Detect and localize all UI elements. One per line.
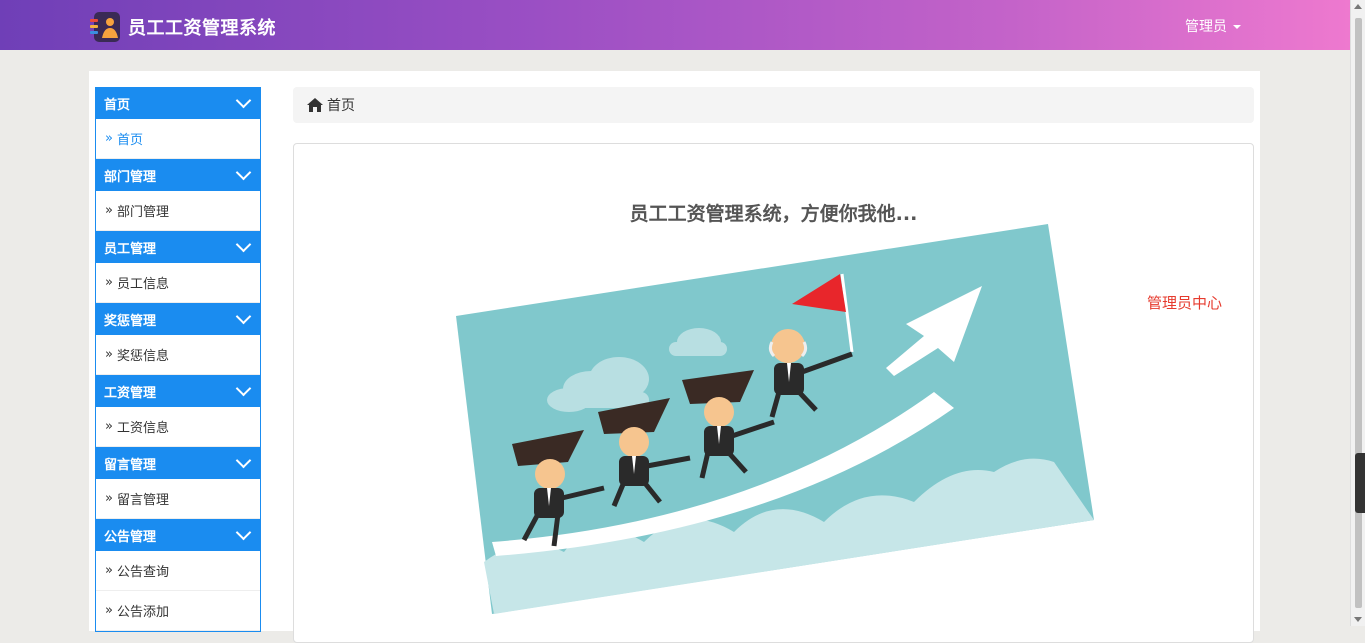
app-title: 员工工资管理系统 (128, 18, 276, 39)
sidebar-item-label: 留言管理 (116, 493, 169, 508)
sidebar-item-employee-info[interactable]: » 员工信息 (96, 263, 260, 303)
sidebar-item-label: 奖惩信息 (116, 349, 169, 364)
sidebar-group-home[interactable]: 首页 (96, 87, 260, 119)
sidebar-group-title: 奖惩管理 (104, 313, 157, 329)
sidebar-group-notices[interactable]: 公告管理 (96, 519, 260, 551)
admin-center-link[interactable]: 管理员中心 (1147, 292, 1222, 313)
double-chevron-right-icon: » (105, 347, 113, 362)
person-stack-icon (90, 10, 124, 44)
chevron-down-icon (235, 164, 252, 181)
sidebar-group-rewards[interactable]: 奖惩管理 (96, 303, 260, 335)
sidebar-group-title: 公告管理 (104, 529, 157, 545)
sidebar-group-title: 工资管理 (104, 385, 157, 401)
sidebar-item-notice-add[interactable]: » 公告添加 (96, 591, 260, 631)
sidebar-item-rewards-info[interactable]: » 奖惩信息 (96, 335, 260, 375)
sidebar-item-label: 公告查询 (116, 565, 169, 580)
sidebar-item-label: 公告添加 (116, 605, 169, 620)
sidebar-group-employee[interactable]: 员工管理 (96, 231, 260, 263)
user-menu-label: 管理员 (1185, 19, 1227, 35)
double-chevron-right-icon: » (105, 275, 113, 290)
sidebar: 首页 » 首页 部门管理 » 部门管理 员工管理 » 员工信息 奖惩管理 » 奖… (95, 87, 261, 632)
double-chevron-right-icon: » (105, 491, 113, 506)
top-navbar: 员工工资管理系统 管理员 (0, 0, 1350, 50)
chevron-down-icon (235, 236, 252, 253)
sidebar-group-salary[interactable]: 工资管理 (96, 375, 260, 407)
chevron-down-icon (235, 452, 252, 469)
sidebar-group-title: 部门管理 (104, 169, 157, 185)
sidebar-group-title: 员工管理 (104, 241, 157, 257)
teamwork-illustration (456, 224, 1094, 614)
main-container: 首页 » 首页 部门管理 » 部门管理 员工管理 » 员工信息 奖惩管理 » 奖… (89, 71, 1260, 643)
sidebar-item-label: 工资信息 (116, 421, 169, 436)
sidebar-group-department[interactable]: 部门管理 (96, 159, 260, 191)
sidebar-item-label: 员工信息 (116, 277, 169, 292)
double-chevron-right-icon: » (105, 131, 113, 146)
sidebar-item-label: 部门管理 (116, 205, 169, 220)
sidebar-item-department[interactable]: » 部门管理 (96, 191, 260, 231)
sidebar-item-home[interactable]: » 首页 (96, 119, 260, 159)
sidebar-group-title: 首页 (104, 97, 131, 113)
scroll-up-arrow-icon[interactable] (1354, 4, 1362, 9)
double-chevron-right-icon: » (105, 203, 113, 218)
caret-down-icon (1233, 25, 1241, 29)
double-chevron-right-icon: » (105, 563, 113, 578)
sidebar-group-title: 留言管理 (104, 457, 157, 473)
content-panel: 员工工资管理系统，方便你我他... 管理员中心 (293, 143, 1254, 643)
sidebar-group-messages[interactable]: 留言管理 (96, 447, 260, 479)
sidebar-item-label: 首页 (116, 133, 143, 148)
page-scrollbar[interactable] (1350, 0, 1365, 626)
chevron-down-icon (235, 308, 252, 325)
breadcrumb: 首页 (293, 87, 1254, 123)
brand[interactable]: 员工工资管理系统 (90, 10, 276, 44)
scrollbar-thumb[interactable] (1355, 18, 1362, 608)
user-menu-dropdown[interactable]: 管理员 (1185, 16, 1241, 36)
sidebar-item-messages[interactable]: » 留言管理 (96, 479, 260, 519)
chevron-down-icon (235, 380, 252, 397)
double-chevron-right-icon: » (105, 603, 113, 618)
sidebar-item-salary-info[interactable]: » 工资信息 (96, 407, 260, 447)
sidebar-item-notice-query[interactable]: » 公告查询 (96, 551, 260, 591)
home-icon (307, 98, 323, 112)
side-floating-widget[interactable] (1355, 453, 1365, 513)
breadcrumb-label[interactable]: 首页 (327, 95, 355, 115)
chevron-down-icon (235, 92, 252, 109)
double-chevron-right-icon: » (105, 419, 113, 434)
scroll-down-arrow-icon[interactable] (1354, 617, 1362, 622)
chevron-down-icon (235, 524, 252, 541)
